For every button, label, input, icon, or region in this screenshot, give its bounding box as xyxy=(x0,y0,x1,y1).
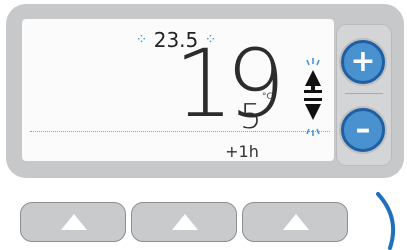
triangle-up-icon xyxy=(172,214,198,230)
triangle-up-icon xyxy=(283,214,309,230)
temperature-unit: °C xyxy=(262,92,273,102)
function-button-2[interactable] xyxy=(131,202,237,242)
increase-button[interactable]: + xyxy=(341,40,385,84)
adjust-separator xyxy=(345,93,383,94)
minus-icon: – xyxy=(355,112,371,147)
lcd-divider xyxy=(30,131,330,132)
temperature-main: 19 xyxy=(174,30,286,139)
decrease-button[interactable]: – xyxy=(341,108,385,152)
time-offset: +1h xyxy=(225,142,259,161)
function-button-1[interactable] xyxy=(20,202,126,242)
plus-icon: + xyxy=(350,44,376,79)
rays-icon: ⁘ xyxy=(135,32,148,48)
function-button-3[interactable] xyxy=(242,202,348,242)
triangle-up-icon xyxy=(61,214,87,230)
up-down-arrow-icon xyxy=(304,58,322,136)
dial-arc xyxy=(376,192,395,250)
temperature-decimal: 5 xyxy=(240,97,262,137)
